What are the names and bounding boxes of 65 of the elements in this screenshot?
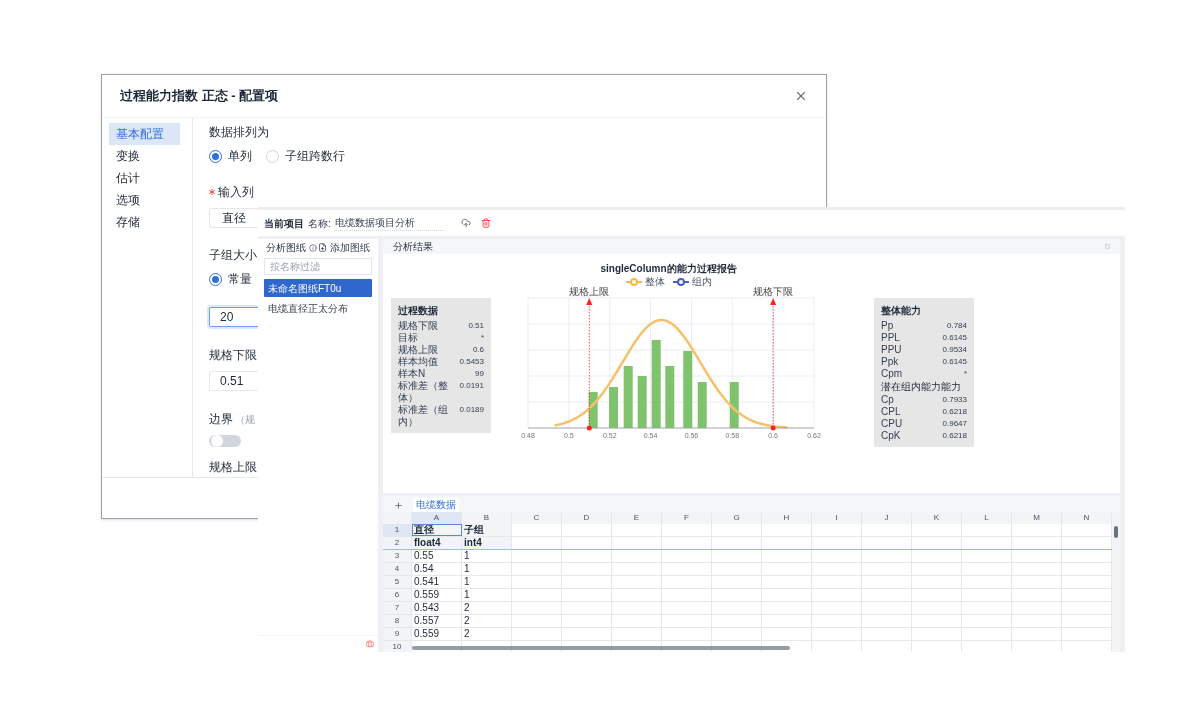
stat-label: Cpm <box>881 368 904 380</box>
stat-value: 0.6218 <box>942 406 967 418</box>
row-number: 4 <box>383 563 412 575</box>
legend-label: 整体 <box>644 276 665 287</box>
stat-value: * <box>480 332 484 344</box>
stat-value: 99 <box>475 368 484 380</box>
field-label: 规格上限 <box>209 459 257 476</box>
name-label: 名称: <box>308 216 331 231</box>
radio-label: 单列 <box>228 148 252 165</box>
stat-label: 标准差（整体） <box>398 380 449 404</box>
row-number: 5 <box>383 576 412 588</box>
row-number: 9 <box>383 628 412 640</box>
stat-label: Pp <box>881 320 895 332</box>
row-number: 8 <box>383 615 412 627</box>
radio-label: 子组跨数行 <box>285 148 345 165</box>
stat-label: PPU <box>881 344 903 356</box>
row-number: 2 <box>383 537 412 549</box>
row-number: 10 <box>383 641 412 652</box>
legend-label: 组内 <box>691 276 712 287</box>
radio-label: 常量 <box>228 271 252 288</box>
chart-title: singleColumn的能力过程报告 <box>600 262 737 276</box>
stat-label: 规格上限 <box>398 344 439 356</box>
panel-title: 过程数据 <box>398 304 439 318</box>
field-label: 规格下限 <box>209 347 257 364</box>
field-label: 输入列 <box>218 184 254 201</box>
field-label: 数据排列为 <box>209 124 269 141</box>
field-label: 边界 <box>209 411 233 428</box>
stat-value: 0.7933 <box>942 394 967 406</box>
panel-title: 分析结果 <box>393 240 433 254</box>
stat-label: 样本均值 <box>398 356 439 368</box>
spec-limit-label: 规格上限 <box>569 287 610 297</box>
project-label: 当前项目 <box>264 216 304 231</box>
stat-value: 0.5453 <box>459 356 484 368</box>
stat-value: 0.6145 <box>942 332 967 344</box>
section-heading: 潜在组内能力能力 <box>881 380 962 394</box>
stat-label: 规格下限 <box>398 320 439 332</box>
spec-limit-label: 规格下限 <box>753 287 794 297</box>
stat-label: 目标 <box>398 332 419 344</box>
stat-label: Ppk <box>881 356 900 368</box>
stat-value: * <box>963 368 967 380</box>
row-number: 7 <box>383 602 412 614</box>
stat-label: CPU <box>881 418 904 430</box>
stat-value: 0.51 <box>468 320 484 332</box>
stat-label: CPL <box>881 406 902 418</box>
stat-label: CpK <box>881 430 902 442</box>
row-number: 6 <box>383 589 412 601</box>
row-number: 1 <box>383 524 412 536</box>
field-label: 子组大小 <box>209 247 257 264</box>
panel-title: 整体能力 <box>881 304 922 318</box>
stat-value: 0.9647 <box>942 418 967 430</box>
panel-title: 分析图纸 <box>266 241 306 255</box>
stat-value: 0.0191 <box>459 380 484 392</box>
stat-value: 0.6 <box>472 344 484 356</box>
stat-label: Cp <box>881 394 895 406</box>
stat-value: 0.9534 <box>942 344 967 356</box>
stat-label: PPL <box>881 332 901 344</box>
stat-value: 0.0189 <box>459 404 484 416</box>
row-number: 3 <box>383 550 412 562</box>
stat-value: 0.6145 <box>942 356 967 368</box>
field-hint: （规 <box>235 412 255 427</box>
stat-label: 样本N <box>398 368 427 380</box>
stat-value: 0.784 <box>946 320 967 332</box>
stat-label: 标准差（组内） <box>398 404 449 428</box>
dialog-title: 过程能力指数 正态 - 配置项 <box>120 87 279 106</box>
stat-value: 0.6218 <box>942 430 967 442</box>
